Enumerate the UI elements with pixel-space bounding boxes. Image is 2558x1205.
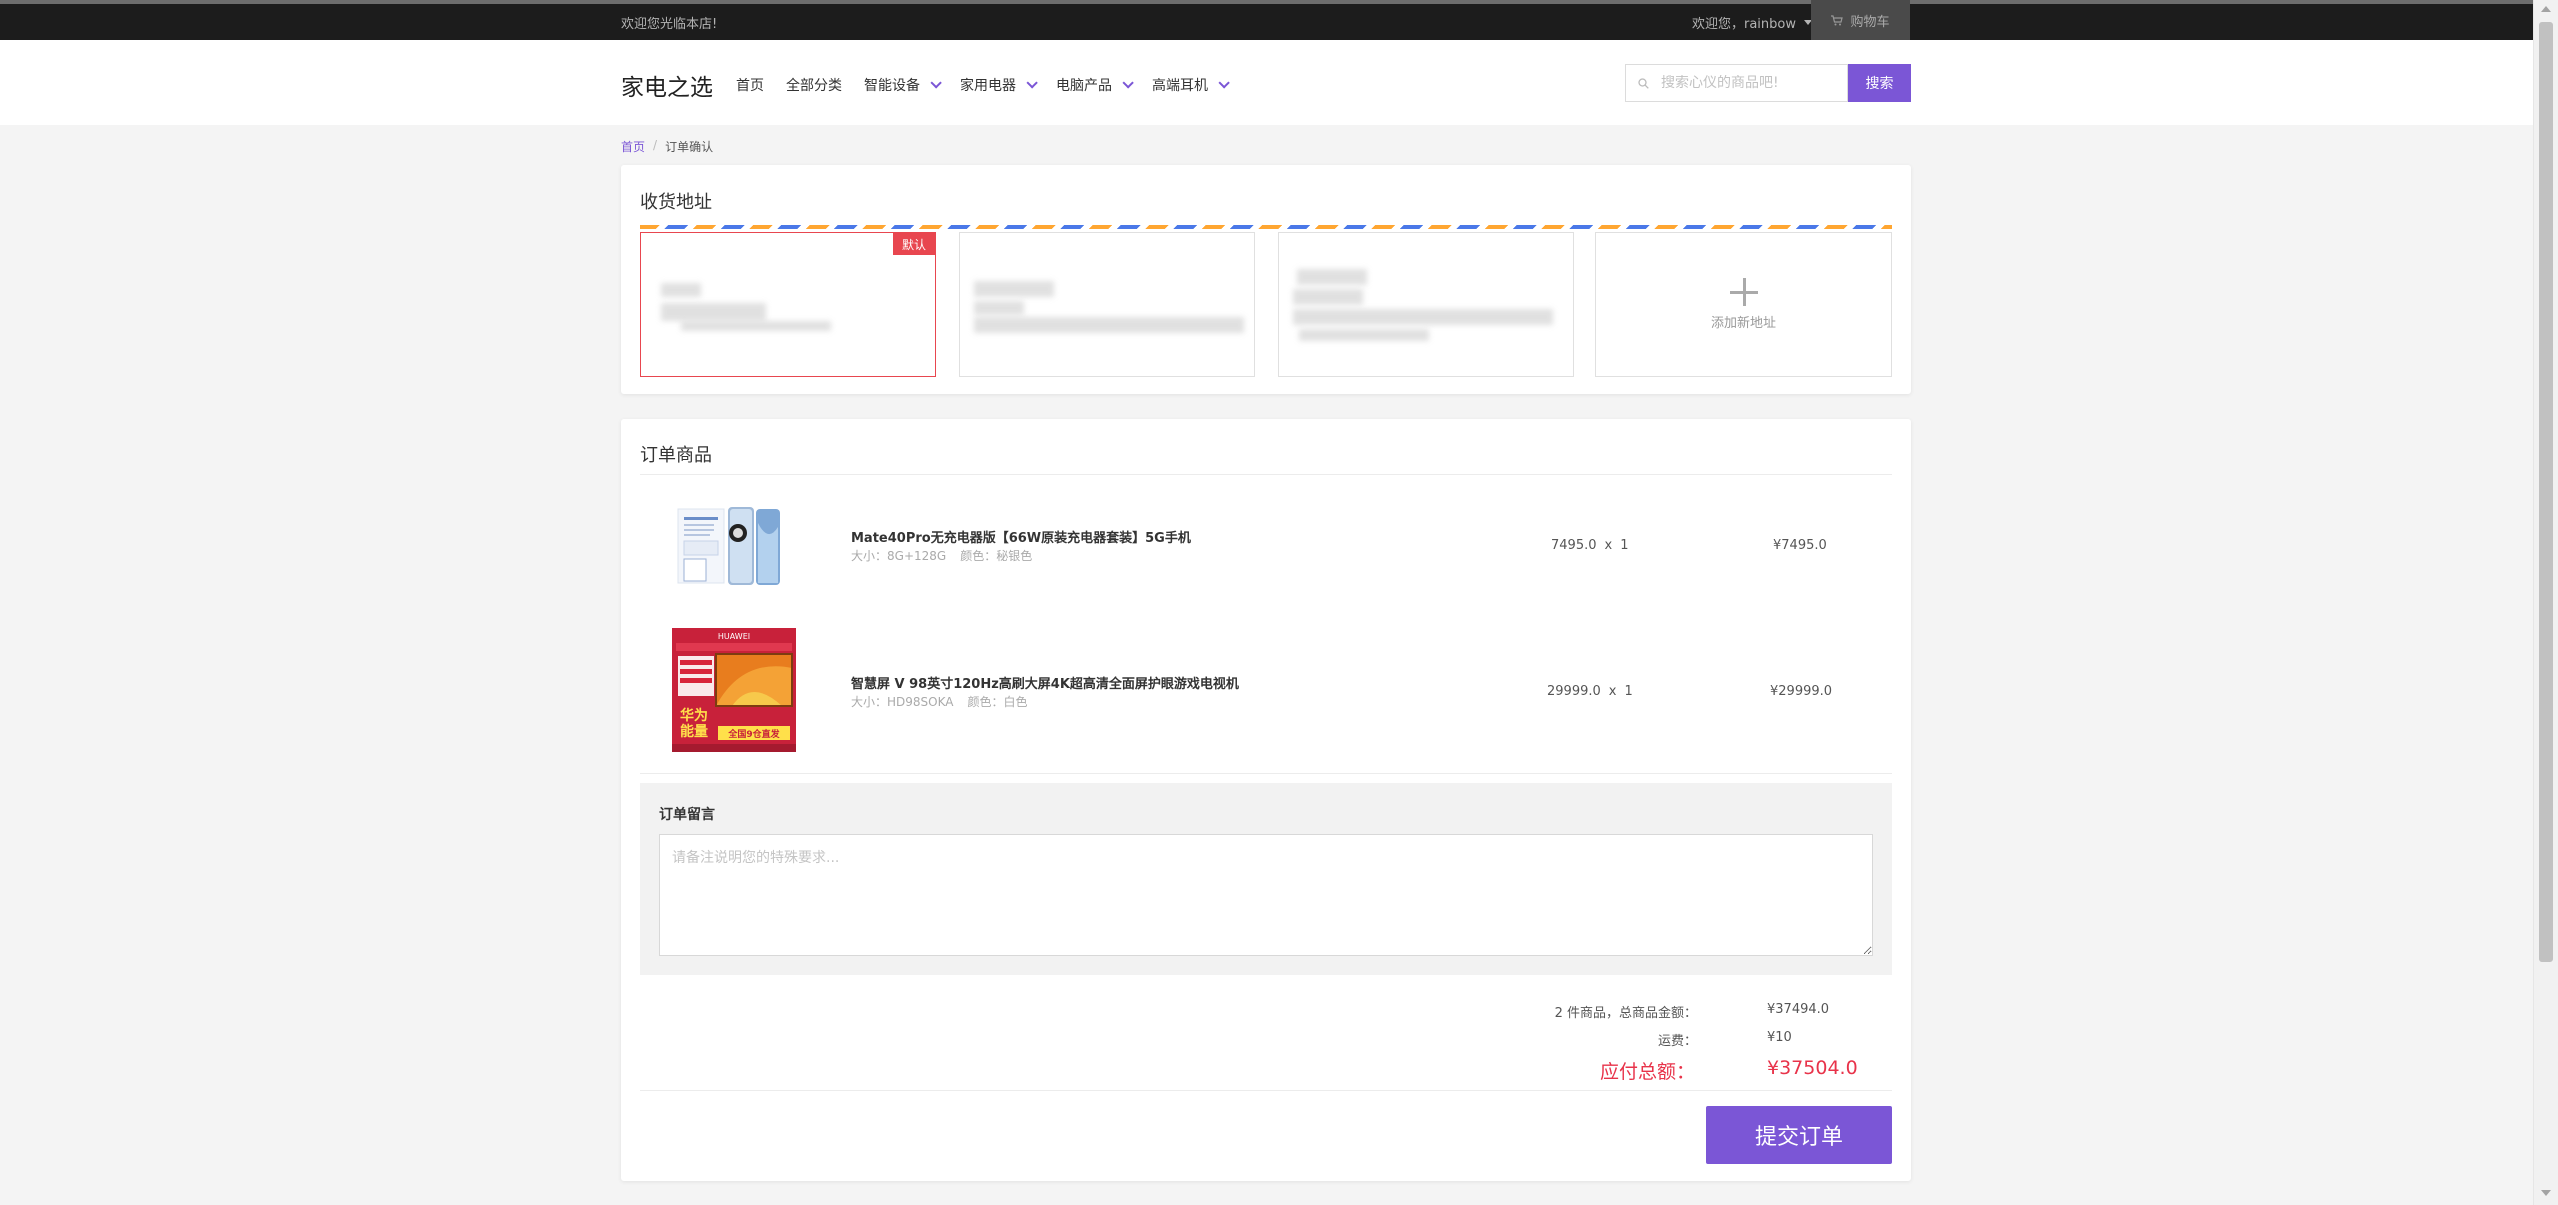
address-blur	[974, 317, 1244, 333]
user-menu[interactable]: 欢迎您，rainbow	[1692, 13, 1813, 32]
search-icon	[1638, 77, 1649, 89]
product-quantity: 29999.0 x 1	[1547, 684, 1633, 699]
address-blur	[1297, 269, 1367, 285]
product-name[interactable]: Mate40Pro无充电器版【66W原装充电器套装】5G手机	[851, 527, 1191, 546]
main-nav: 首页 全部分类 智能设备 家用电器 电脑产品 高端耳机	[736, 75, 1230, 95]
cart-button[interactable]: 购物车	[1811, 0, 1910, 40]
product-quantity: 7495.0 x 1	[1551, 538, 1629, 553]
scroll-down-icon[interactable]	[2541, 1190, 2551, 1196]
product-image-phone[interactable]	[676, 503, 782, 585]
address-blur	[1293, 289, 1363, 305]
address-title: 收货地址	[640, 192, 712, 213]
address-blur	[1299, 329, 1429, 341]
product-name[interactable]: 智慧屏 V 98英寸120Hz高刷大屏4K超高清全面屏护眼游戏电视机	[851, 673, 1239, 692]
breadcrumb-current: 订单确认	[665, 140, 714, 154]
product-spec: 大小：8G+128G 颜色：秘银色	[851, 549, 1033, 563]
shipping-value: ¥10	[1767, 1030, 1792, 1045]
scroll-up-icon[interactable]	[2541, 6, 2551, 12]
breadcrumb-home[interactable]: 首页	[621, 138, 645, 155]
add-address-label: 添加新地址	[1710, 316, 1776, 331]
product-subtotal: ¥29999.0	[1770, 684, 1833, 699]
order-message-label: 订单留言	[659, 807, 715, 823]
address-card[interactable]	[959, 232, 1255, 377]
phone-product-image	[677, 507, 780, 585]
divider	[640, 1090, 1892, 1091]
chevron-down-icon	[1026, 77, 1038, 89]
total-value: ¥37504.0	[1767, 1057, 1858, 1079]
shipping-label: 运费：	[1657, 1034, 1697, 1049]
default-badge: 默认	[893, 233, 935, 255]
top-bar-accent	[0, 0, 2533, 4]
order-message-input[interactable]	[659, 834, 1873, 956]
search-box	[1625, 64, 1848, 102]
tv-banner: 全国9仓直发	[727, 728, 780, 740]
header	[0, 40, 2533, 125]
goods-total-value: ¥37494.0	[1767, 1002, 1830, 1017]
site-logo[interactable]: 家电之选	[621, 68, 713, 102]
tv-slogan-2: 能量	[680, 723, 708, 740]
submit-order-button[interactable]: 提交订单	[1706, 1106, 1892, 1164]
chevron-down-icon	[1122, 77, 1134, 89]
address-card[interactable]	[1278, 232, 1574, 377]
tv-slogan-1: 华为	[680, 707, 708, 724]
tv-product-image: HUAWEI 华为 能量 全国9仓直发	[672, 628, 796, 752]
divider	[640, 474, 1892, 475]
user-greeting: 欢迎您，rainbow	[1692, 17, 1797, 32]
product-spec: 大小：HD98SOKA 颜色：白色	[851, 695, 1028, 709]
breadcrumb-separator: /	[653, 138, 658, 152]
nav-smart-devices[interactable]: 智能设备	[864, 75, 942, 95]
breadcrumb: 首页 / 订单确认	[621, 138, 713, 155]
address-blur	[974, 281, 1054, 297]
top-bar	[0, 0, 2533, 40]
address-blur	[974, 301, 1024, 315]
nav-all-categories[interactable]: 全部分类	[786, 75, 842, 95]
plus-icon	[1729, 278, 1758, 306]
envelope-border	[640, 225, 1892, 229]
tv-brand: HUAWEI	[718, 632, 750, 641]
scrollbar-thumb[interactable]	[2539, 22, 2553, 962]
product-image-tv[interactable]: HUAWEI 华为 能量 全国9仓直发	[672, 628, 796, 752]
nav-computers[interactable]: 电脑产品	[1056, 75, 1134, 95]
address-blur	[681, 321, 831, 331]
nav-headphones[interactable]: 高端耳机	[1152, 75, 1230, 95]
total-label: 应付总额：	[1599, 1061, 1695, 1083]
search-button[interactable]: 搜索	[1848, 64, 1911, 102]
add-address-card[interactable]: 添加新地址	[1595, 232, 1892, 377]
cart-icon	[1831, 14, 1844, 25]
address-blur	[661, 303, 766, 321]
nav-home[interactable]: 首页	[736, 75, 764, 95]
nav-home-appliances[interactable]: 家用电器	[960, 75, 1038, 95]
address-blur	[661, 283, 701, 297]
welcome-text: 欢迎您光临本店!	[621, 17, 718, 32]
chevron-down-icon	[930, 77, 942, 89]
divider	[640, 773, 1892, 774]
search-input[interactable]	[1661, 75, 1841, 91]
product-subtotal: ¥7495.0	[1773, 538, 1827, 553]
order-title: 订单商品	[640, 445, 712, 466]
address-card-default[interactable]: 默认	[640, 232, 936, 377]
address-blur	[1293, 309, 1553, 325]
cart-label: 购物车	[1850, 14, 1890, 30]
goods-total-label: 2 件商品，总商品金额：	[1554, 1006, 1697, 1021]
